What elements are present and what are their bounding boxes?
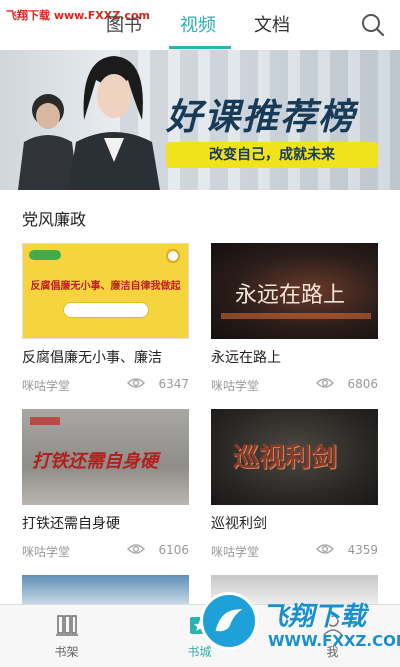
banner-woman-figure	[68, 56, 160, 190]
eye-icon	[316, 544, 334, 554]
eye-icon	[316, 378, 334, 388]
banner-title: 好课推荐榜	[166, 96, 357, 138]
video-thumbnail: 打铁还需自身硬	[22, 409, 189, 505]
video-title: 反腐倡廉无小事、廉洁	[22, 350, 162, 366]
video-source: 咪咕学堂	[211, 545, 260, 559]
nav-label: 书城	[187, 645, 212, 659]
video-title: 打铁还需自身硬	[22, 516, 120, 532]
thumbnail-glow	[221, 313, 371, 319]
video-thumbnail: 巡视利剑	[211, 409, 378, 505]
tab-documents[interactable]: 文档	[254, 11, 290, 37]
video-source: 咪咕学堂	[22, 545, 71, 559]
emblem-icon	[166, 249, 180, 263]
top-tab-bar: 飞翔下载 www.FXXZ.com 图书 视频 文档	[0, 0, 400, 50]
search-icon	[362, 14, 385, 37]
nav-item-bookshelf[interactable]: 书架	[0, 605, 133, 667]
bookshelf-icon	[56, 615, 78, 636]
watermark-logo-icon	[200, 592, 258, 650]
view-count: 4359	[347, 543, 378, 557]
nav-label: 书架	[54, 645, 79, 659]
thumbnail-text: 反腐倡廉无小事、廉洁自律我做起	[30, 281, 181, 292]
video-thumbnail	[22, 575, 189, 605]
active-tab-indicator	[169, 46, 231, 49]
video-source: 咪咕学堂	[211, 379, 260, 393]
search-button[interactable]	[360, 12, 386, 38]
video-title: 永远在路上	[211, 350, 281, 366]
video-title: 巡视利剑	[211, 516, 267, 532]
channel-logo	[29, 250, 61, 260]
eye-icon	[127, 544, 145, 554]
banner-subtitle: 改变自己，成就未来	[166, 142, 378, 168]
thumbnail-text: 巡视利剑	[233, 443, 338, 473]
section-title: 党风廉政	[22, 210, 87, 229]
tab-video[interactable]: 视频	[180, 11, 216, 37]
video-source: 咪咕学堂	[22, 379, 71, 393]
promo-banner[interactable]: 好课推荐榜 改变自己，成就未来	[0, 50, 400, 190]
watermark-url: WWW.FXXZ.COM	[268, 632, 400, 650]
video-thumbnail: 永远在路上	[211, 243, 378, 339]
tab-books[interactable]: 图书	[106, 11, 142, 37]
eye-icon	[127, 378, 145, 388]
watermark-brand: 飞翔下载	[262, 602, 367, 632]
thumbnail-tag	[30, 417, 60, 425]
view-count: 6806	[347, 377, 378, 391]
video-thumbnail: 反腐倡廉无小事、廉洁自律我做起	[22, 243, 189, 339]
thumbnail-caption-box	[63, 302, 149, 318]
thumbnail-text: 永远在路上	[235, 283, 346, 308]
view-count: 6347	[158, 377, 189, 391]
view-count: 6106	[158, 543, 189, 557]
thumbnail-text: 打铁还需自身硬	[32, 451, 158, 472]
